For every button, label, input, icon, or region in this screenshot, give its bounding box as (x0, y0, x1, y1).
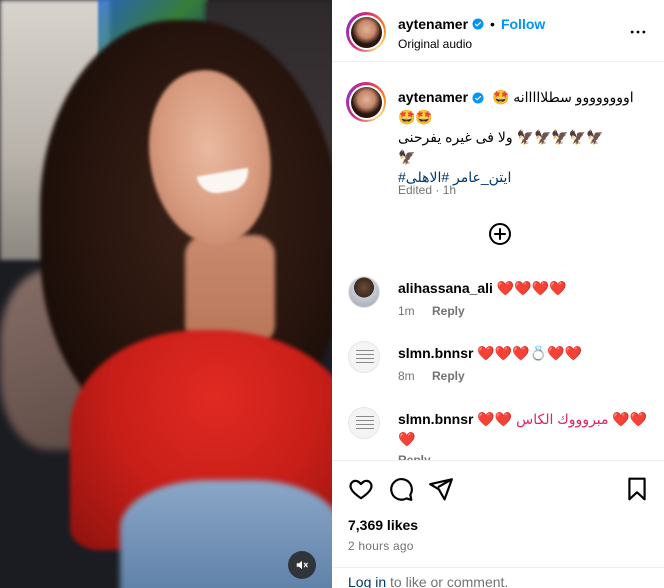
post-time[interactable]: 2 hours ago (348, 539, 414, 553)
author-avatar[interactable] (346, 12, 386, 52)
login-prompt-text: to like or comment. (386, 574, 509, 588)
more-options-icon[interactable] (628, 22, 648, 42)
comment-text: ❤️❤️ مبروووك الكاس ❤️❤️ (477, 411, 648, 427)
separator-dot: • (490, 16, 495, 32)
comment-time: 8m (398, 369, 415, 383)
commenter-avatar[interactable] (348, 341, 380, 373)
reel-video[interactable] (0, 0, 332, 588)
post-sidebar: aytenamer • Follow Original audio aytena… (332, 0, 664, 588)
login-link[interactable]: Log in (348, 574, 386, 588)
caption-line-1: 🤩 اوووووووو سطلااااانه (491, 89, 634, 105)
reply-button[interactable]: Reply (432, 369, 465, 383)
reply-button[interactable]: Reply (432, 304, 465, 318)
post-actions: 7,369 likes 2 hours ago Log in to like o… (332, 460, 664, 588)
caption-username[interactable]: aytenamer (398, 89, 468, 105)
caption-line-3: ولا فى غيره يفرحنى 🦅🦅🦅🦅🦅 (398, 129, 604, 145)
audio-label[interactable]: Original audio (398, 37, 472, 51)
plus-circle-icon[interactable] (488, 222, 512, 246)
commenter-username[interactable]: alihassana_ali (398, 280, 493, 296)
comment-text: ❤️❤️❤️❤️ (496, 280, 567, 296)
post-header: aytenamer • Follow Original audio (332, 0, 664, 62)
caption-line-4: 🦅 (398, 149, 416, 165)
comment-time: 1m (398, 304, 415, 318)
paper-plane-icon[interactable] (428, 476, 454, 502)
heart-outline-icon[interactable] (348, 476, 374, 502)
commenter-avatar[interactable] (348, 276, 380, 308)
comment-text: ❤️❤️❤️💍❤️❤️ (477, 345, 582, 361)
commenter-avatar[interactable] (348, 407, 380, 439)
comment-text-continued: ❤️ (398, 431, 416, 447)
caption-line-2: 🤩🤩 (398, 109, 433, 125)
like-count[interactable]: 7,369 likes (348, 517, 418, 533)
caption-author-avatar[interactable] (346, 82, 386, 122)
verified-badge-icon (472, 18, 484, 30)
caption-edited-time: Edited · 1h (398, 183, 457, 197)
commenter-username[interactable]: slmn.bnnsr (398, 411, 473, 427)
follow-button[interactable]: Follow (501, 16, 545, 32)
commenter-username[interactable]: slmn.bnnsr (398, 345, 473, 361)
verified-badge-icon (472, 92, 484, 104)
login-prompt: Log in to like or comment. (332, 567, 664, 588)
muted-speaker-icon (296, 560, 308, 570)
video-subject-neck (185, 235, 275, 345)
mute-toggle-button[interactable] (288, 551, 316, 579)
author-username[interactable]: aytenamer (398, 16, 468, 32)
comment-bubble-icon[interactable] (388, 476, 414, 502)
bookmark-icon[interactable] (624, 476, 650, 502)
